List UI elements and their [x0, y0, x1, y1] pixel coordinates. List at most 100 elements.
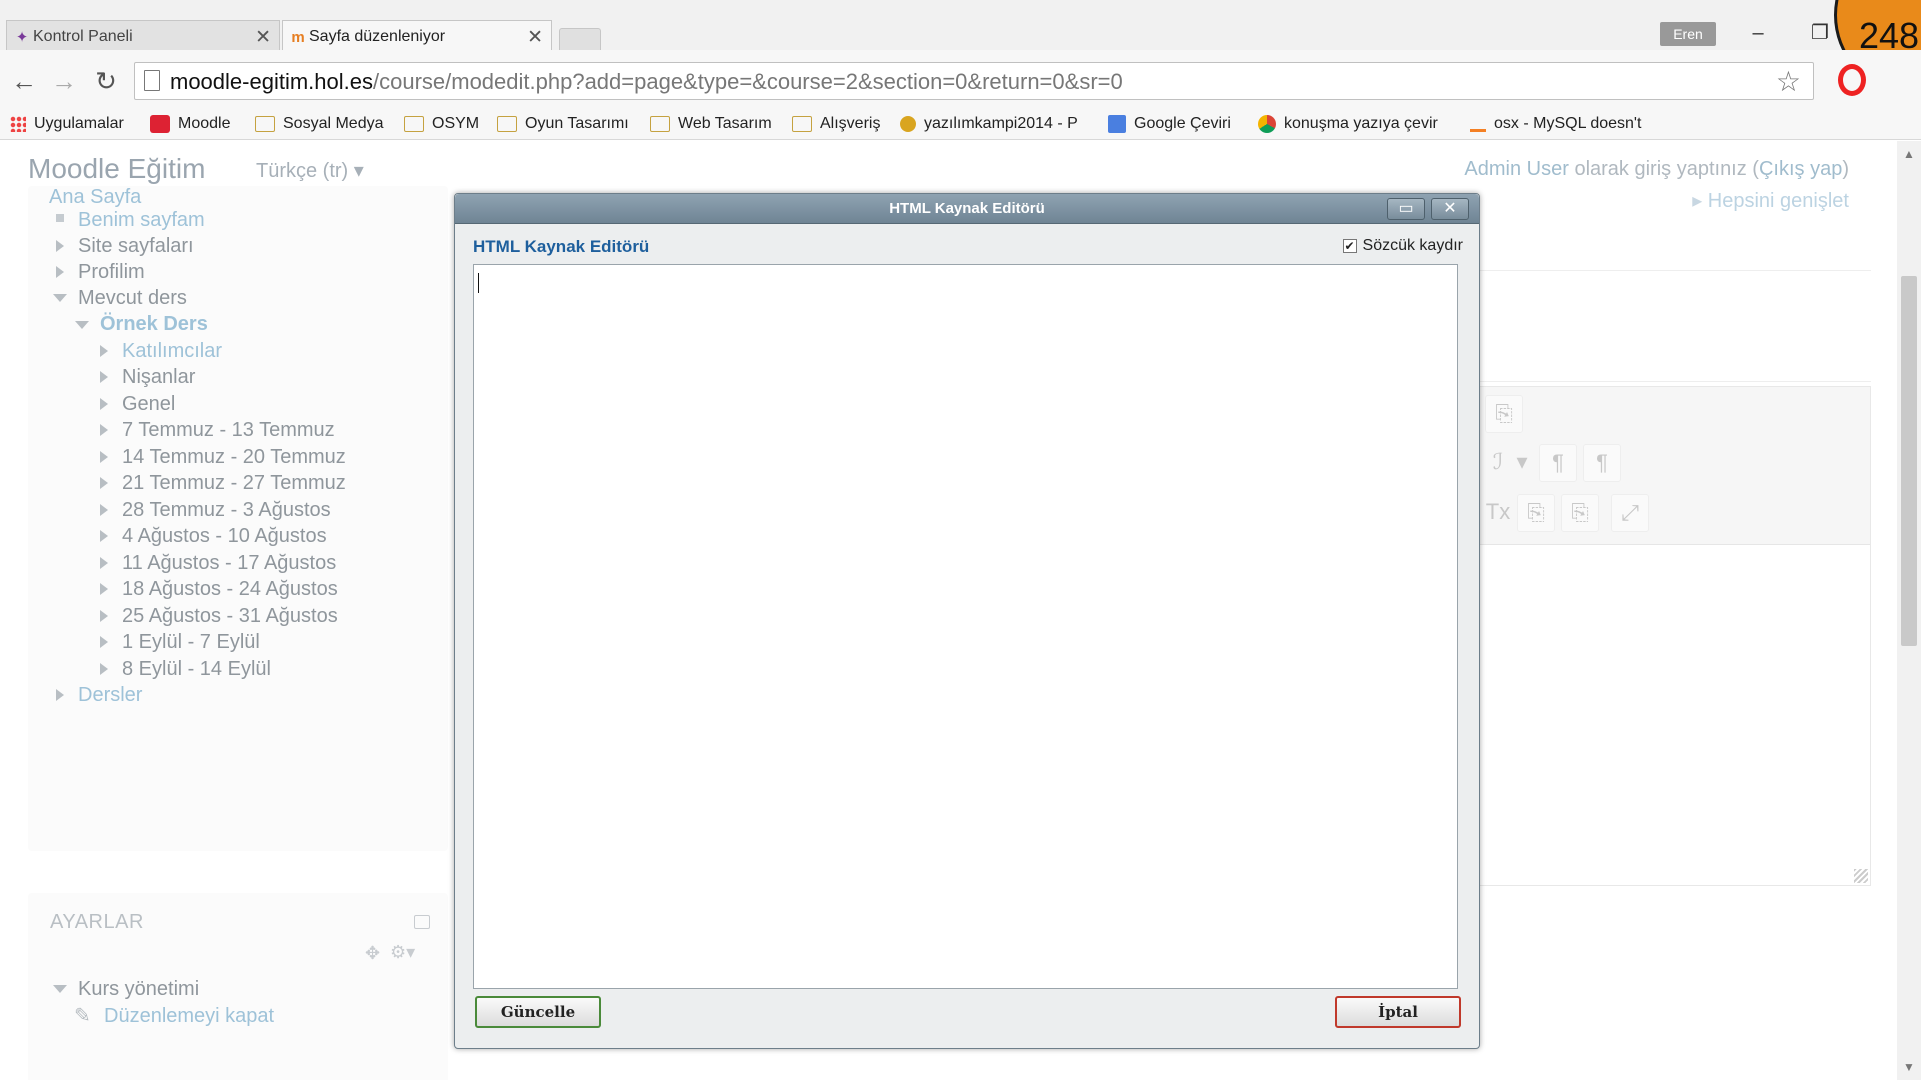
fullscreen-icon[interactable]: ⤢ — [1611, 494, 1649, 532]
expand-arrow-icon[interactable] — [100, 610, 108, 622]
scroll-thumb[interactable] — [1901, 276, 1917, 646]
cancel-button[interactable]: İptal — [1335, 996, 1461, 1028]
move-icon[interactable]: ✥ — [365, 943, 380, 964]
rtl-icon[interactable]: ¶ — [1583, 444, 1621, 482]
nav-section[interactable]: 28 Temmuz - 3 Ağustos — [122, 499, 331, 522]
word-wrap-toggle[interactable]: ✔ Sözcük kaydır — [1342, 237, 1463, 255]
logout-link[interactable]: Çıkış yap — [1759, 158, 1842, 180]
new-tab-button[interactable] — [559, 28, 601, 50]
page-scrollbar[interactable]: ▲ ▼ — [1897, 141, 1921, 1080]
language-menu[interactable]: Türkçe (tr) ▾ — [256, 158, 364, 183]
expand-arrow-icon[interactable] — [56, 266, 64, 278]
nav-section[interactable]: 1 Eylül - 7 Eylül — [122, 631, 260, 654]
forward-icon[interactable]: → — [46, 64, 82, 98]
expand-arrow-icon[interactable] — [100, 636, 108, 648]
paste-text-icon[interactable]: ⎘ — [1517, 494, 1555, 532]
clear-format-icon[interactable]: Tx — [1479, 494, 1517, 532]
nav-section[interactable]: 7 Temmuz - 13 Temmuz — [122, 419, 335, 442]
dialog-titlebar[interactable]: HTML Kaynak Editörü ▭ ✕ — [455, 194, 1479, 224]
collapse-block-icon[interactable] — [414, 915, 430, 929]
bookmark-oyun-tasarimi[interactable]: Oyun Tasarımı — [497, 115, 629, 133]
nav-section[interactable]: 11 Ağustos - 17 Ağustos — [122, 552, 336, 575]
divider — [1478, 270, 1871, 271]
nav-profile[interactable]: Profilim — [78, 261, 145, 284]
expand-arrow-icon[interactable] — [56, 240, 64, 252]
expand-arrow-icon[interactable] — [100, 530, 108, 542]
bookmark-osym[interactable]: OSYM — [404, 115, 479, 133]
gear-icon[interactable]: ⚙▾ — [390, 942, 415, 963]
opera-icon[interactable] — [1838, 64, 1866, 96]
close-tab-icon[interactable]: ✕ — [255, 26, 271, 49]
reload-icon[interactable]: ↻ — [88, 64, 124, 98]
expand-arrow-icon[interactable] — [100, 451, 108, 463]
collapse-arrow-icon[interactable] — [53, 294, 67, 302]
expand-arrow-icon[interactable] — [100, 477, 108, 489]
bookmark-alisveris[interactable]: Alışveriş — [792, 115, 880, 133]
html-source-textarea[interactable] — [473, 264, 1458, 989]
nav-course-ornek-ders[interactable]: Örnek Ders — [100, 313, 208, 336]
back-icon[interactable]: ← — [6, 64, 42, 98]
nav-participants[interactable]: Katılımcılar — [122, 340, 222, 363]
nav-section[interactable]: 21 Temmuz - 27 Temmuz — [122, 472, 346, 495]
user-link[interactable]: Admin User — [1464, 158, 1568, 180]
maximize-icon[interactable]: ▭ — [1387, 198, 1425, 220]
bookmark-yazilimkampi[interactable]: yazılımkampi2014 - P — [900, 115, 1078, 133]
expand-arrow-icon[interactable] — [100, 371, 108, 383]
close-icon[interactable]: ✕ — [1431, 198, 1469, 220]
bookmark-web-tasarim[interactable]: Web Tasarım — [650, 115, 772, 133]
bookmark-star-icon[interactable]: ☆ — [1776, 65, 1801, 98]
collapse-arrow-icon[interactable] — [53, 985, 67, 993]
nav-section[interactable]: 8 Eylül - 14 Eylül — [122, 658, 271, 681]
nav-section[interactable]: 25 Ağustos - 31 Ağustos — [122, 605, 338, 628]
chevron-down-icon[interactable]: ▾ — [1511, 444, 1533, 482]
editor-background-panel: ⎘ ℐ ▾ ¶ ¶ Tx ⎘ ⎘ ⤢ — [1478, 386, 1871, 886]
expand-arrow-icon[interactable] — [100, 557, 108, 569]
expand-all-link[interactable]: ▸ Hepsini genişlet — [1692, 188, 1849, 213]
close-tab-icon[interactable]: ✕ — [527, 26, 543, 49]
expand-arrow-icon[interactable] — [100, 345, 108, 357]
expand-arrow-icon[interactable] — [100, 504, 108, 516]
edit-off-link[interactable]: Düzenlemeyi kapat — [104, 1005, 274, 1028]
expand-arrow-icon[interactable] — [100, 398, 108, 410]
scroll-up-icon[interactable]: ▲ — [1903, 147, 1915, 161]
bookmark-label: Oyun Tasarımı — [525, 115, 629, 132]
nav-section[interactable]: 14 Temmuz - 20 Temmuz — [122, 446, 346, 469]
nav-section[interactable]: 4 Ağustos - 10 Ağustos — [122, 525, 327, 548]
nav-my-page[interactable]: Benim sayfam — [78, 209, 205, 232]
paste-word-icon[interactable]: ⎘ — [1561, 494, 1599, 532]
minimize-icon[interactable]: – — [1738, 16, 1778, 50]
expand-arrow-icon[interactable] — [100, 663, 108, 675]
nav-current-course[interactable]: Mevcut ders — [78, 287, 187, 310]
tab-kontrol-paneli[interactable]: ✦ Kontrol Paneli ✕ — [6, 20, 280, 52]
bookmark-apps[interactable]: Uygulamalar — [10, 115, 124, 133]
nav-section[interactable]: Genel — [122, 393, 175, 416]
bookmark-label: OSYM — [432, 115, 480, 132]
expand-arrow-icon[interactable] — [56, 689, 64, 701]
bookmark-sosyal-medya[interactable]: Sosyal Medya — [255, 115, 384, 133]
bookmark-moodle[interactable]: Moodle — [150, 115, 230, 133]
nav-courses[interactable]: Dersler — [78, 684, 142, 707]
paste-icon[interactable]: ⎘ — [1485, 395, 1523, 433]
nav-site-pages[interactable]: Site sayfaları — [78, 235, 194, 258]
ltr-icon[interactable]: ¶ — [1539, 444, 1577, 482]
tab-title: Kontrol Paneli — [33, 27, 133, 45]
nav-section[interactable]: 18 Ağustos - 24 Ağustos — [122, 578, 338, 601]
expand-arrow-icon[interactable] — [100, 424, 108, 436]
course-admin[interactable]: Kurs yönetimi — [78, 978, 199, 1001]
scroll-down-icon[interactable]: ▼ — [1903, 1060, 1915, 1074]
site-name[interactable]: Moodle Eğitim — [28, 153, 205, 185]
bookmark-konusma[interactable]: konuşma yazıya çevir — [1258, 115, 1438, 133]
resize-handle-icon[interactable] — [1854, 869, 1868, 883]
profile-button[interactable]: Eren — [1660, 22, 1716, 46]
collapse-arrow-icon[interactable] — [75, 321, 89, 329]
expand-arrow-icon[interactable] — [100, 583, 108, 595]
address-bar[interactable]: moodle-egitim.hol.es/course/modedit.php?… — [134, 62, 1814, 100]
word-wrap-checkbox[interactable]: ✔ — [1342, 239, 1357, 253]
url-path: /course/modedit.php?add=page&type=&cours… — [372, 69, 1123, 94]
bookmark-osx-mysql[interactable]: osx - MySQL doesn't — [1470, 115, 1641, 133]
nav-home[interactable]: Ana Sayfa — [49, 186, 141, 209]
nav-badges[interactable]: Nişanlar — [122, 366, 195, 389]
tab-sayfa-duzenleniyor[interactable]: m Sayfa düzenleniyor ✕ — [282, 20, 552, 52]
bookmark-google-ceviri[interactable]: Google Çeviri — [1108, 115, 1231, 133]
update-button[interactable]: Güncelle — [475, 996, 601, 1028]
